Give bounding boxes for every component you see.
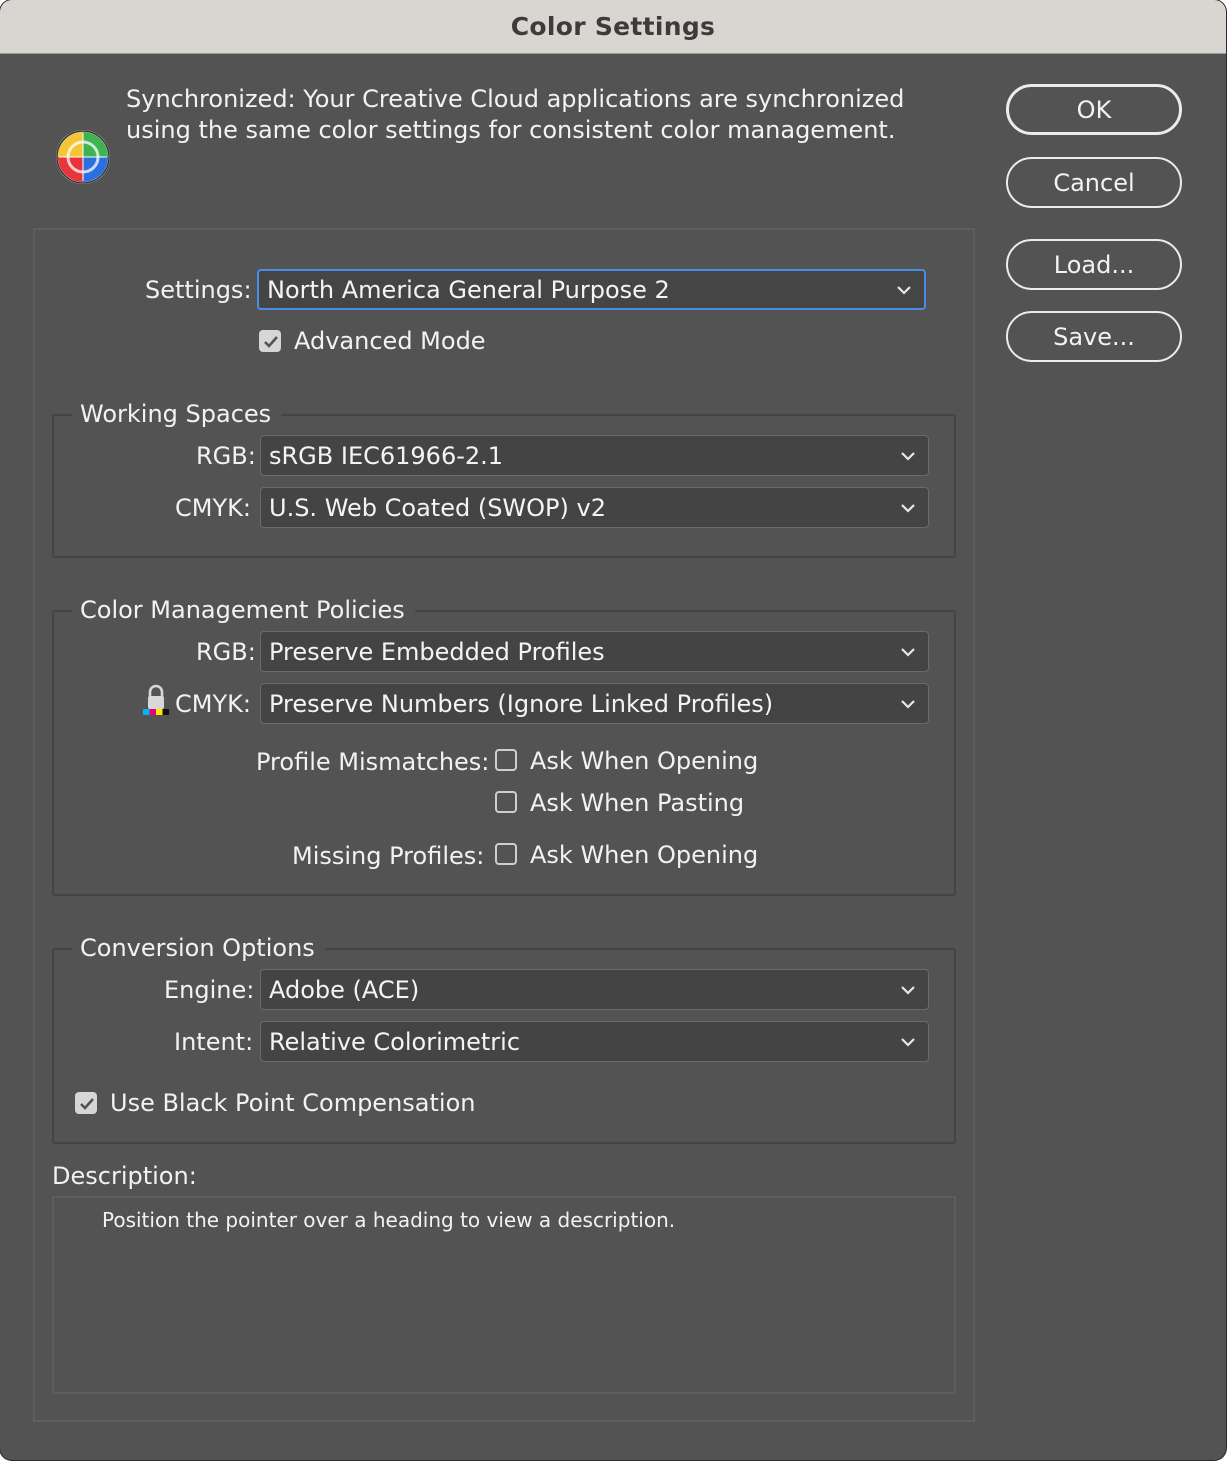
color-settings-dialog: Color Settings Synchronized: Your Creati…: [0, 0, 1226, 1460]
settings-label: Settings:: [145, 276, 252, 304]
working-spaces-title: Working Spaces: [72, 400, 282, 428]
mismatch-ask-pasting-label[interactable]: Ask When Pasting: [530, 789, 744, 817]
chevron-down-icon: [901, 1037, 915, 1047]
mismatch-ask-pasting-checkbox[interactable]: [495, 791, 517, 813]
checkmark-icon: [264, 336, 278, 348]
ws-rgb-label: RGB:: [196, 442, 256, 470]
advanced-mode-label[interactable]: Advanced Mode: [294, 327, 486, 355]
intent-value: Relative Colorimetric: [269, 1027, 521, 1056]
missing-profiles-label: Missing Profiles:: [292, 842, 485, 870]
chevron-down-icon: [901, 503, 915, 513]
ws-cmyk-value: U.S. Web Coated (SWOP) v2: [269, 493, 606, 522]
save-button[interactable]: Save...: [1006, 311, 1182, 362]
chevron-down-icon: [901, 451, 915, 461]
settings-dropdown[interactable]: North America General Purpose 2: [257, 269, 926, 310]
chevron-down-icon: [901, 647, 915, 657]
window-title: Color Settings: [510, 12, 716, 41]
policy-cmyk-dropdown[interactable]: Preserve Numbers (Ignore Linked Profiles…: [260, 683, 929, 724]
intent-label: Intent:: [174, 1028, 254, 1056]
lock-icon: [143, 684, 169, 715]
chevron-down-icon: [901, 699, 915, 709]
advanced-mode-checkbox[interactable]: [259, 330, 281, 352]
policy-rgb-value: Preserve Embedded Profiles: [269, 637, 605, 666]
policies-title: Color Management Policies: [72, 596, 415, 624]
engine-label: Engine:: [164, 976, 255, 1004]
ws-cmyk-dropdown[interactable]: U.S. Web Coated (SWOP) v2: [260, 487, 929, 528]
engine-dropdown[interactable]: Adobe (ACE): [260, 969, 929, 1010]
black-point-label[interactable]: Use Black Point Compensation: [110, 1089, 475, 1117]
chevron-down-icon: [897, 285, 911, 295]
intent-dropdown[interactable]: Relative Colorimetric: [260, 1021, 929, 1062]
missing-ask-opening-label[interactable]: Ask When Opening: [530, 841, 758, 869]
description-box: Position the pointer over a heading to v…: [52, 1196, 956, 1394]
ws-rgb-dropdown[interactable]: sRGB IEC61966-2.1: [260, 435, 929, 476]
load-button[interactable]: Load...: [1006, 239, 1182, 290]
ok-button[interactable]: OK: [1006, 84, 1182, 135]
checkmark-icon: [80, 1098, 94, 1110]
mismatch-ask-opening-checkbox[interactable]: [495, 749, 517, 771]
color-wheel-icon: [56, 130, 110, 184]
settings-value: North America General Purpose 2: [267, 275, 670, 304]
title-bar[interactable]: Color Settings: [0, 0, 1226, 54]
policy-rgb-label: RGB:: [196, 638, 256, 666]
chevron-down-icon: [901, 985, 915, 995]
policy-rgb-dropdown[interactable]: Preserve Embedded Profiles: [260, 631, 929, 672]
cancel-button[interactable]: Cancel: [1006, 157, 1182, 208]
policy-cmyk-value: Preserve Numbers (Ignore Linked Profiles…: [269, 689, 774, 718]
ws-cmyk-label: CMYK:: [175, 494, 251, 522]
policy-cmyk-label: CMYK:: [175, 690, 251, 718]
description-label: Description:: [52, 1162, 197, 1190]
black-point-checkbox[interactable]: [75, 1092, 97, 1114]
mismatch-ask-opening-label[interactable]: Ask When Opening: [530, 747, 758, 775]
ws-rgb-value: sRGB IEC61966-2.1: [269, 441, 504, 470]
description-text: Position the pointer over a heading to v…: [102, 1208, 676, 1232]
conversion-title: Conversion Options: [72, 934, 325, 962]
engine-value: Adobe (ACE): [269, 975, 420, 1004]
sync-message: Synchronized: Your Creative Cloud applic…: [126, 85, 905, 144]
profile-mismatches-label: Profile Mismatches:: [256, 748, 490, 776]
missing-ask-opening-checkbox[interactable]: [495, 843, 517, 865]
